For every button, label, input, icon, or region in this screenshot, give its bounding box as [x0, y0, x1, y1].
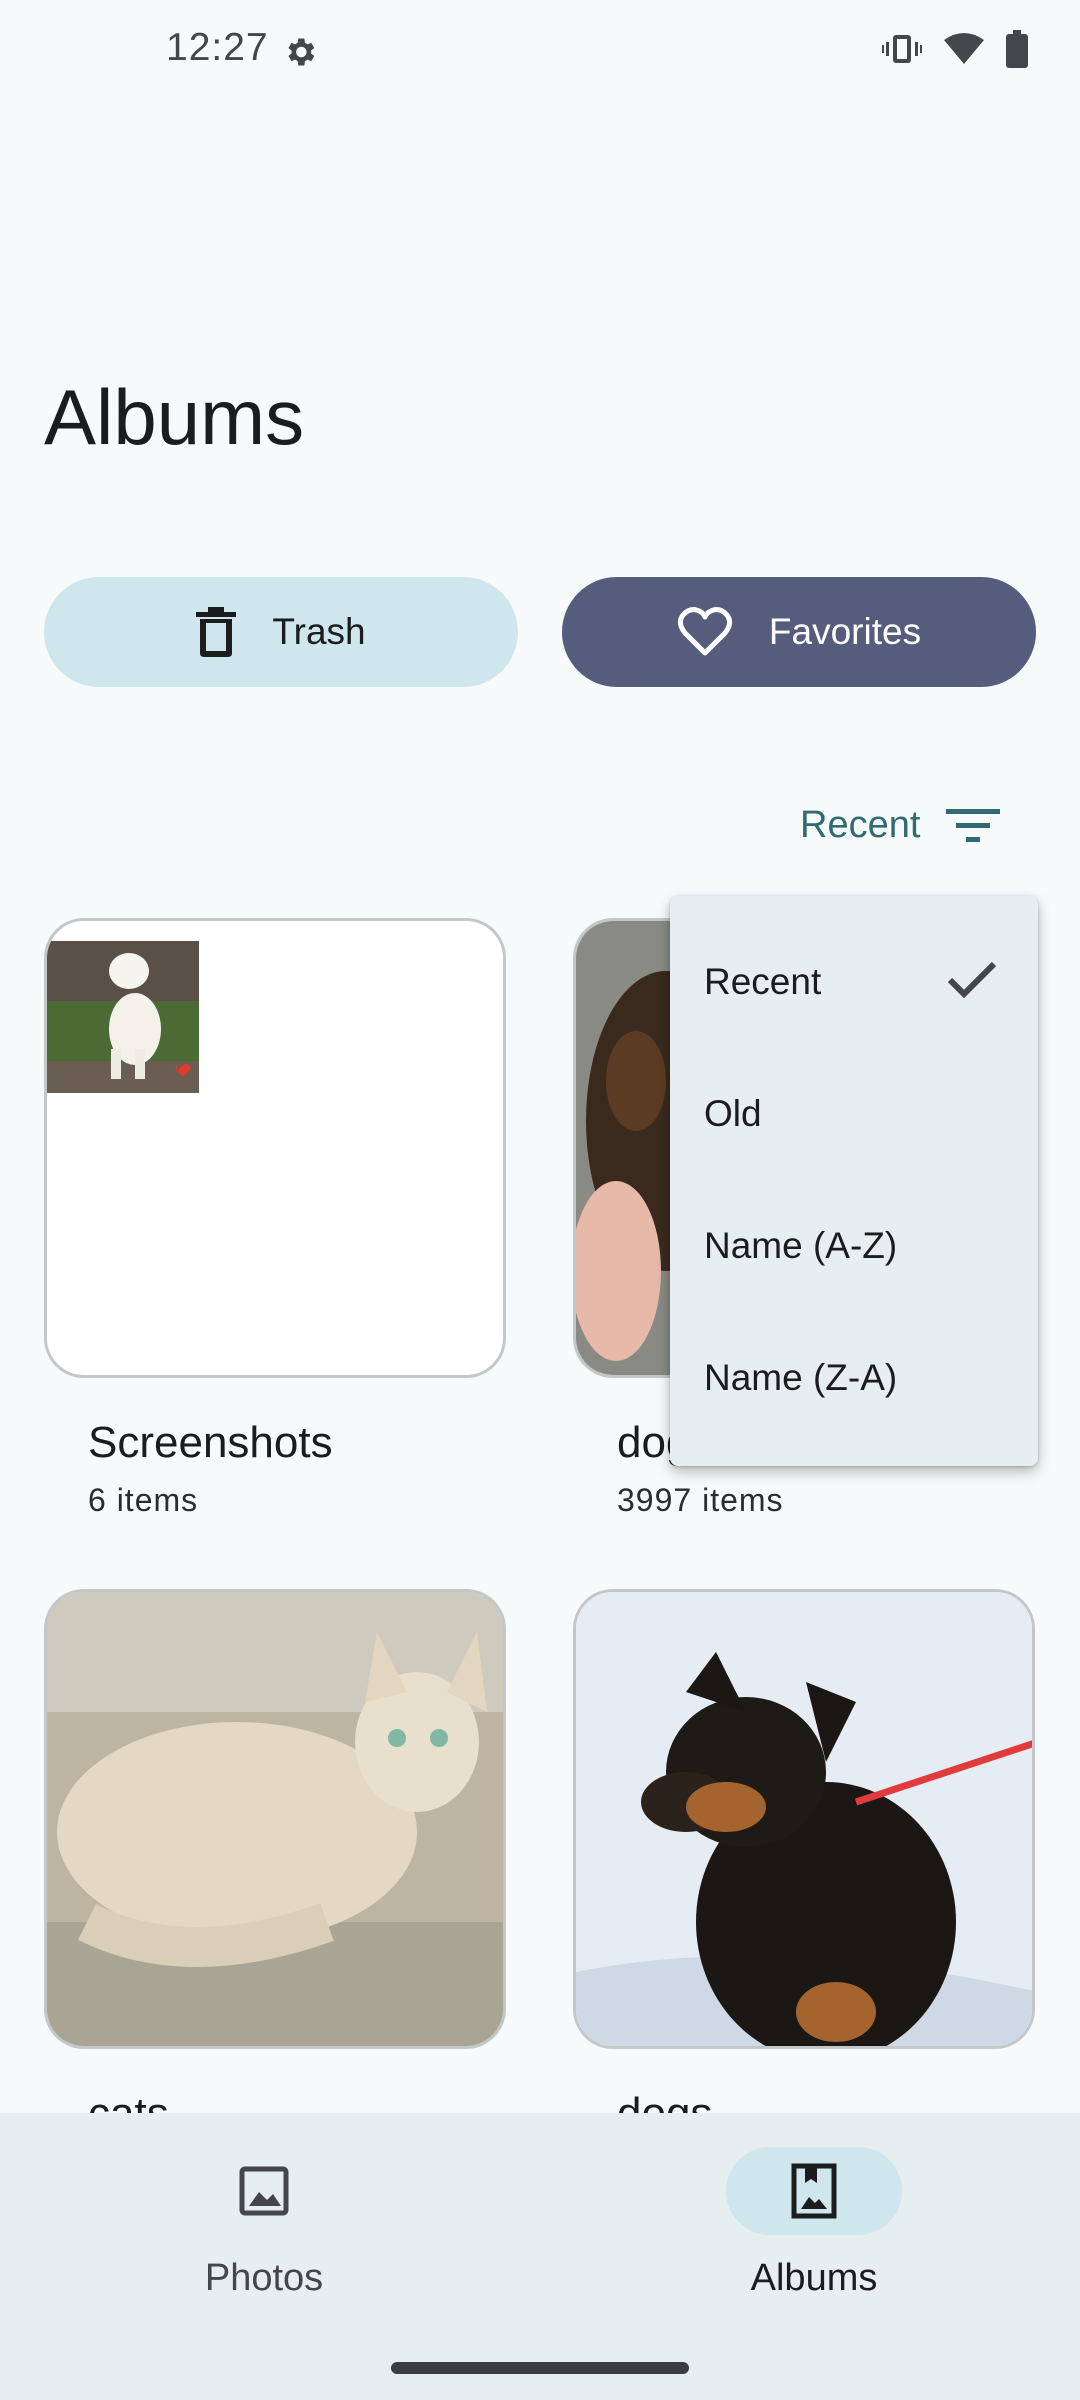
- album-name: Screenshots: [88, 1418, 333, 1467]
- nav-icon-container: [176, 2147, 352, 2235]
- black-dog-image: [576, 1592, 1032, 2046]
- trash-icon: [196, 607, 237, 657]
- menu-item-label: Name (A-Z): [704, 1225, 898, 1266]
- check-icon: [947, 961, 997, 999]
- menu-item-label: Old: [704, 1093, 762, 1134]
- albums-icon: [791, 2163, 837, 2219]
- bottom-navigation: Photos Albums: [0, 2113, 1080, 2400]
- settings-gear-icon: [288, 38, 315, 66]
- image-icon: [239, 2166, 289, 2216]
- album-name: dogs: [617, 2089, 712, 2113]
- album-card-screenshots[interactable]: Screenshots 6 items: [44, 918, 506, 1538]
- filter-icon: [946, 809, 1001, 842]
- nav-label: Photos: [204, 2257, 324, 2299]
- album-thumbnail: [573, 1589, 1035, 2049]
- album-card-cats[interactable]: cats: [44, 1589, 506, 2113]
- home-indicator[interactable]: [391, 2362, 689, 2374]
- status-icons: [882, 30, 1028, 68]
- sort-control[interactable]: Recent: [800, 790, 1001, 860]
- album-thumbnail: [44, 918, 506, 1378]
- nav-item-albums[interactable]: Albums: [694, 2147, 934, 2300]
- menu-item-label: Recent: [704, 961, 822, 1002]
- status-bar: 12:27: [0, 0, 1080, 105]
- sort-dropdown-menu: Recent Old Name (A-Z) Name (Z-A): [670, 896, 1038, 1466]
- trash-label: Trash: [272, 611, 366, 652]
- album-count: 6 items: [88, 1482, 199, 1518]
- cat-image: [47, 1592, 503, 2046]
- status-time: 12:27: [166, 26, 269, 69]
- menu-item-label: Name (Z-A): [704, 1357, 898, 1398]
- album-count: 3997 items: [617, 1482, 784, 1518]
- album-card-dogs[interactable]: dogs: [573, 1589, 1035, 2113]
- menu-item-old[interactable]: Old: [670, 1048, 1038, 1180]
- page-title: Albums: [44, 373, 305, 461]
- favorites-label: Favorites: [768, 611, 922, 652]
- screenshot-dog-image: [47, 941, 199, 1093]
- trash-button[interactable]: Trash: [44, 577, 518, 687]
- nav-item-photos[interactable]: Photos: [144, 2147, 384, 2300]
- wifi-icon: [944, 33, 984, 64]
- vibrate-icon: [882, 35, 922, 63]
- battery-icon: [1006, 30, 1028, 68]
- nav-label: Albums: [750, 2257, 878, 2299]
- menu-item-name-asc[interactable]: Name (A-Z): [670, 1180, 1038, 1312]
- menu-item-name-desc[interactable]: Name (Z-A): [670, 1312, 1038, 1444]
- sort-current-label: Recent: [800, 803, 921, 846]
- album-thumbnail: [44, 1589, 506, 2049]
- nav-icon-container-active: [726, 2147, 902, 2235]
- album-name: cats: [88, 2089, 169, 2113]
- favorites-button[interactable]: Favorites: [562, 577, 1036, 687]
- heart-icon: [677, 607, 732, 656]
- menu-item-recent[interactable]: Recent: [670, 916, 1038, 1048]
